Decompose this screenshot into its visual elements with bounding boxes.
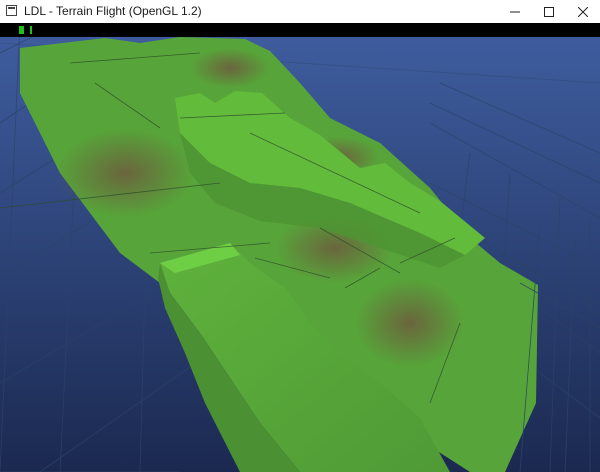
maximize-icon bbox=[544, 6, 554, 17]
hud-bar-1 bbox=[19, 26, 24, 34]
close-icon bbox=[578, 6, 588, 17]
close-button[interactable] bbox=[566, 0, 600, 23]
hud-strip bbox=[0, 23, 600, 37]
title-bar[interactable]: LDL - Terrain Flight (OpenGL 1.2) bbox=[0, 0, 600, 23]
terrain-scene[interactable] bbox=[0, 23, 600, 472]
minimize-icon bbox=[510, 11, 520, 12]
minimize-button[interactable] bbox=[498, 0, 532, 23]
opengl-viewport[interactable] bbox=[0, 23, 600, 472]
window-app-icon bbox=[6, 5, 17, 16]
window-title: LDL - Terrain Flight (OpenGL 1.2) bbox=[24, 4, 202, 18]
app-window: LDL - Terrain Flight (OpenGL 1.2) bbox=[0, 0, 600, 472]
maximize-button[interactable] bbox=[532, 0, 566, 23]
terrain-dirt-patch bbox=[190, 48, 270, 88]
hud-bar-2 bbox=[30, 26, 32, 34]
terrain-dirt-patch bbox=[55, 128, 195, 218]
